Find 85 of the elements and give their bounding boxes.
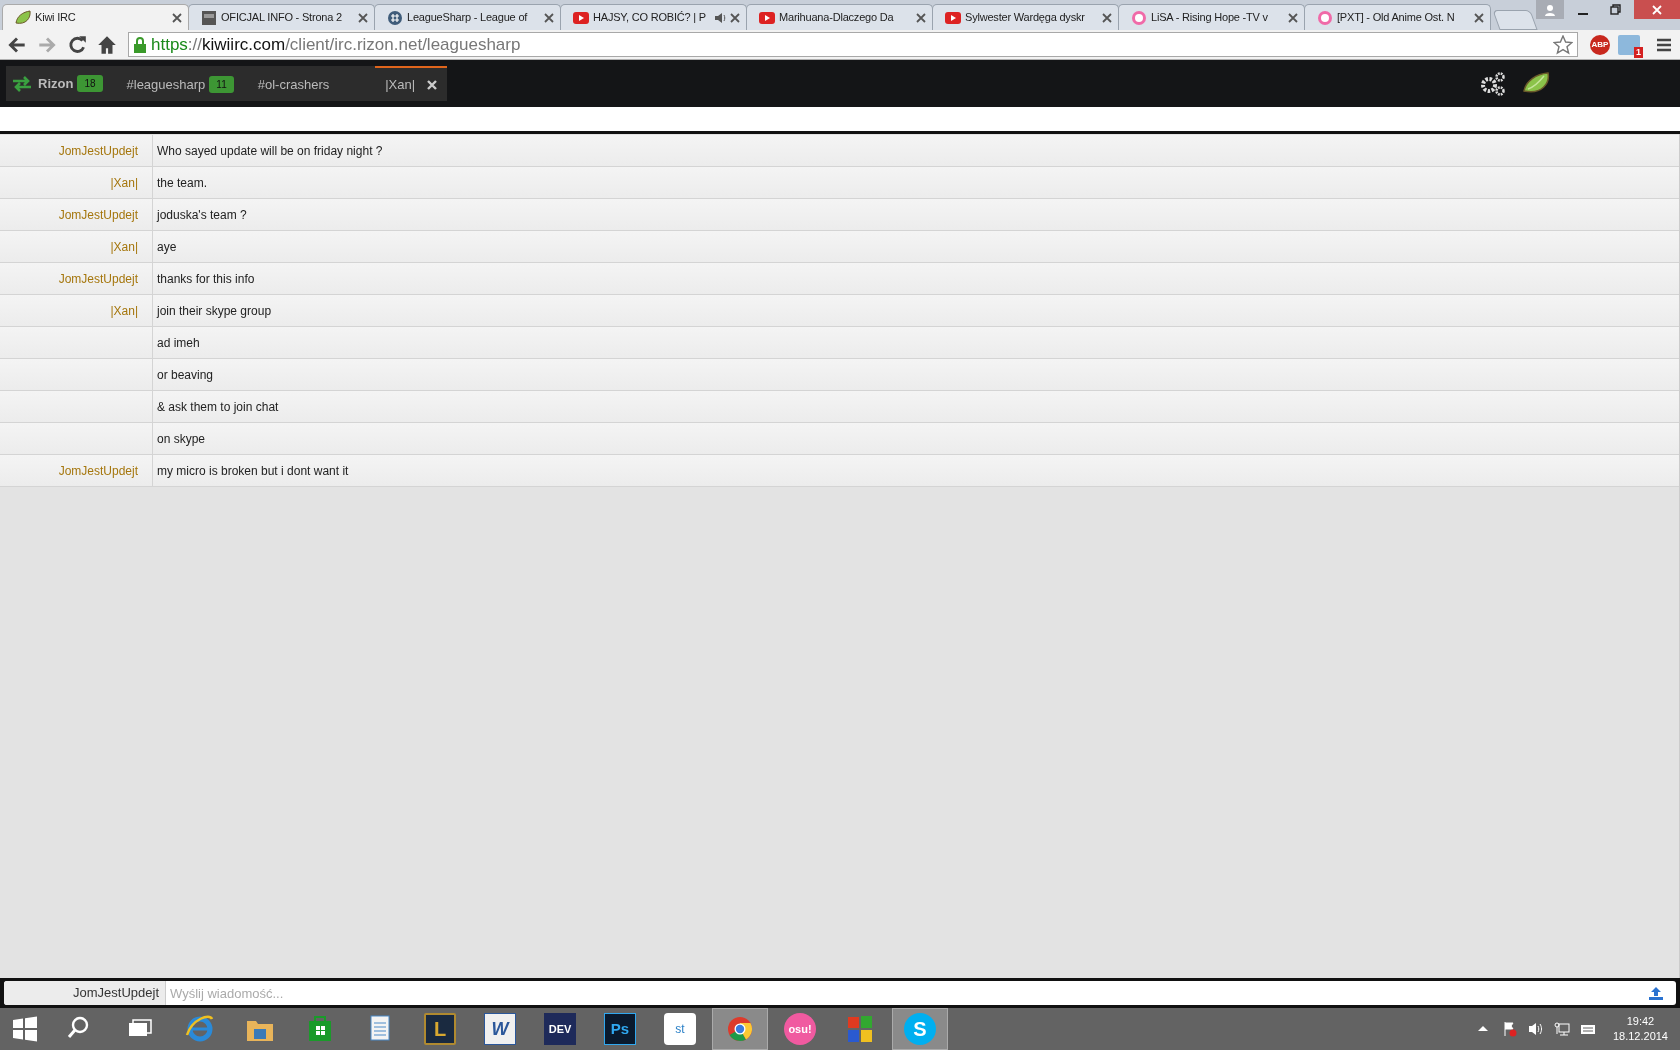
kiwi-icon <box>15 9 31 26</box>
message-text: & ask them to join chat <box>157 398 279 416</box>
nick: JomJestUpdejt <box>58 142 138 160</box>
clock[interactable]: 19:42 18.12.2014 <box>1612 1014 1668 1044</box>
extension-button[interactable]: 1 <box>1618 34 1640 55</box>
nick: JomJestUpdejt <box>58 462 138 480</box>
browser-tab[interactable]: HAJSY, CO ROBIĆ? | P <box>560 4 747 30</box>
diamond-logo-icon: st <box>664 1013 696 1045</box>
server-tab[interactable]: Rizon 18 <box>6 66 117 101</box>
message-text: joduska's team ? <box>157 206 247 224</box>
notification-badge: 1 <box>1634 46 1643 58</box>
site-icon <box>387 9 403 26</box>
star-icon[interactable] <box>1553 34 1573 55</box>
network-icon[interactable] <box>1553 1021 1570 1037</box>
video-icon <box>945 9 961 26</box>
site-icon <box>201 9 217 26</box>
taskbar-button[interactable] <box>712 1008 768 1050</box>
close-icon[interactable] <box>544 12 554 23</box>
video-icon <box>573 9 589 26</box>
minimize-icon <box>1578 12 1588 15</box>
channel-tab[interactable]: |Xan| <box>375 66 448 101</box>
browser-tab[interactable]: [PXT] - Old Anime Ost. N <box>1304 4 1491 30</box>
message-text: the team. <box>157 174 208 192</box>
message-input-bar[interactable]: JomJestUpdejt Wyślij wiadomość... <box>4 981 1676 1005</box>
photoshop-icon: Ps <box>604 1013 636 1045</box>
menu-icon[interactable] <box>1656 36 1672 53</box>
adblock-button[interactable]: ABP <box>1590 34 1610 55</box>
ring-icon <box>1317 9 1333 26</box>
message-text: or beaving <box>157 366 214 384</box>
address-bar[interactable]: https://kiwiirc.com/client/irc.rizon.net/leaguesharp <box>128 32 1578 57</box>
message-text: aye <box>157 238 177 256</box>
own-nick: JomJestUpdejt <box>4 981 166 1005</box>
flag-icon[interactable] <box>1501 1021 1518 1037</box>
taskbar-button[interactable]: Ps <box>592 1008 648 1050</box>
league-icon: L <box>424 1013 456 1045</box>
taskbar-button[interactable]: DEV <box>532 1008 588 1050</box>
close-icon[interactable] <box>730 12 740 23</box>
skype-icon: S <box>904 1013 936 1045</box>
video-icon <box>759 9 775 26</box>
dev-cpp-icon: DEV <box>544 1013 576 1045</box>
browser-tab[interactable]: Kiwi IRC <box>2 4 189 30</box>
message-text: thanks for this info <box>157 270 255 288</box>
close-icon[interactable] <box>172 12 182 23</box>
message-text: my micro is broken but i dont want it <box>157 462 349 480</box>
lock-icon <box>133 36 147 53</box>
close-icon[interactable] <box>916 12 926 23</box>
nick: |Xan| <box>110 302 138 320</box>
taskbar-button[interactable]: L <box>412 1008 468 1050</box>
close-icon[interactable] <box>358 12 368 23</box>
ring-icon <box>1131 9 1147 26</box>
message-text: ad imeh <box>157 334 200 352</box>
unread-count: 18 <box>77 75 103 92</box>
person-icon <box>1544 3 1556 16</box>
word-icon: W <box>484 1013 516 1045</box>
browser-tab[interactable]: LiSA - Rising Hope -TV v <box>1118 4 1305 30</box>
osu-icon: osu! <box>784 1013 816 1045</box>
message-text: Who sayed update will be on friday night ? <box>157 142 383 160</box>
browser-tab[interactable]: Marihuana-Dlaczego Da <box>746 4 933 30</box>
settings-icon[interactable] <box>1478 69 1508 98</box>
close-icon[interactable] <box>1288 12 1298 23</box>
message-text: on skype <box>157 430 206 448</box>
upload-icon[interactable] <box>1648 986 1664 1000</box>
restore-icon <box>1609 4 1621 15</box>
message-text: join their skype group <box>157 302 272 320</box>
close-icon[interactable] <box>1102 12 1112 23</box>
channel-tab[interactable]: #leaguesharp 11 <box>116 66 248 101</box>
unread-count: 11 <box>209 76 234 93</box>
browser-tab[interactable]: LeagueSharp - League of <box>374 4 561 30</box>
close-icon <box>1652 4 1662 15</box>
windows-start-icon[interactable] <box>12 1016 38 1042</box>
swap-arrows-icon <box>12 75 32 92</box>
volume-icon[interactable] <box>1527 1021 1544 1037</box>
channel-tab[interactable]: #ol-crashers <box>247 66 340 101</box>
message-input[interactable]: Wyślij wiadomość... <box>166 981 1648 1005</box>
nick: JomJestUpdejt <box>58 270 138 288</box>
taskbar-button[interactable]: W <box>472 1008 528 1050</box>
nick: |Xan| <box>110 238 138 256</box>
nick: JomJestUpdejt <box>58 206 138 224</box>
nick: |Xan| <box>110 174 138 192</box>
taskbar-button[interactable]: st <box>652 1008 708 1050</box>
browser-tab[interactable]: OFICJAL INFO - Strona 2 <box>188 4 375 30</box>
url-text: https://kiwiirc.com/client/irc.rizon.net/leaguesharp <box>151 33 521 56</box>
close-icon[interactable] <box>1474 12 1484 23</box>
browser-tab[interactable]: Sylwester Wardęga dyskr <box>932 4 1119 30</box>
close-button[interactable] <box>1634 0 1680 19</box>
